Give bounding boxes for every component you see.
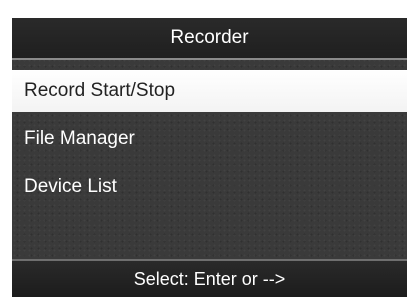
footer-hint: Select: Enter or --> [133,269,286,289]
menu-item-record-start-stop[interactable]: Record Start/Stop [12,70,407,112]
page-title: Recorder [170,27,249,48]
footer-hint-bar: Select: Enter or --> [12,259,407,297]
menu-item-label: Record Start/Stop [24,80,176,101]
menu-item-label: File Manager [24,128,135,149]
menu-list: Record Start/Stop File Manager Device Li… [12,70,407,214]
menu-item-file-manager[interactable]: File Manager [12,118,407,160]
title-bar: Recorder [12,18,407,60]
device-screen: Recorder Record Start/Stop File Manager … [12,18,407,297]
menu-item-label: Device List [24,176,117,197]
menu-item-device-list[interactable]: Device List [12,166,407,208]
